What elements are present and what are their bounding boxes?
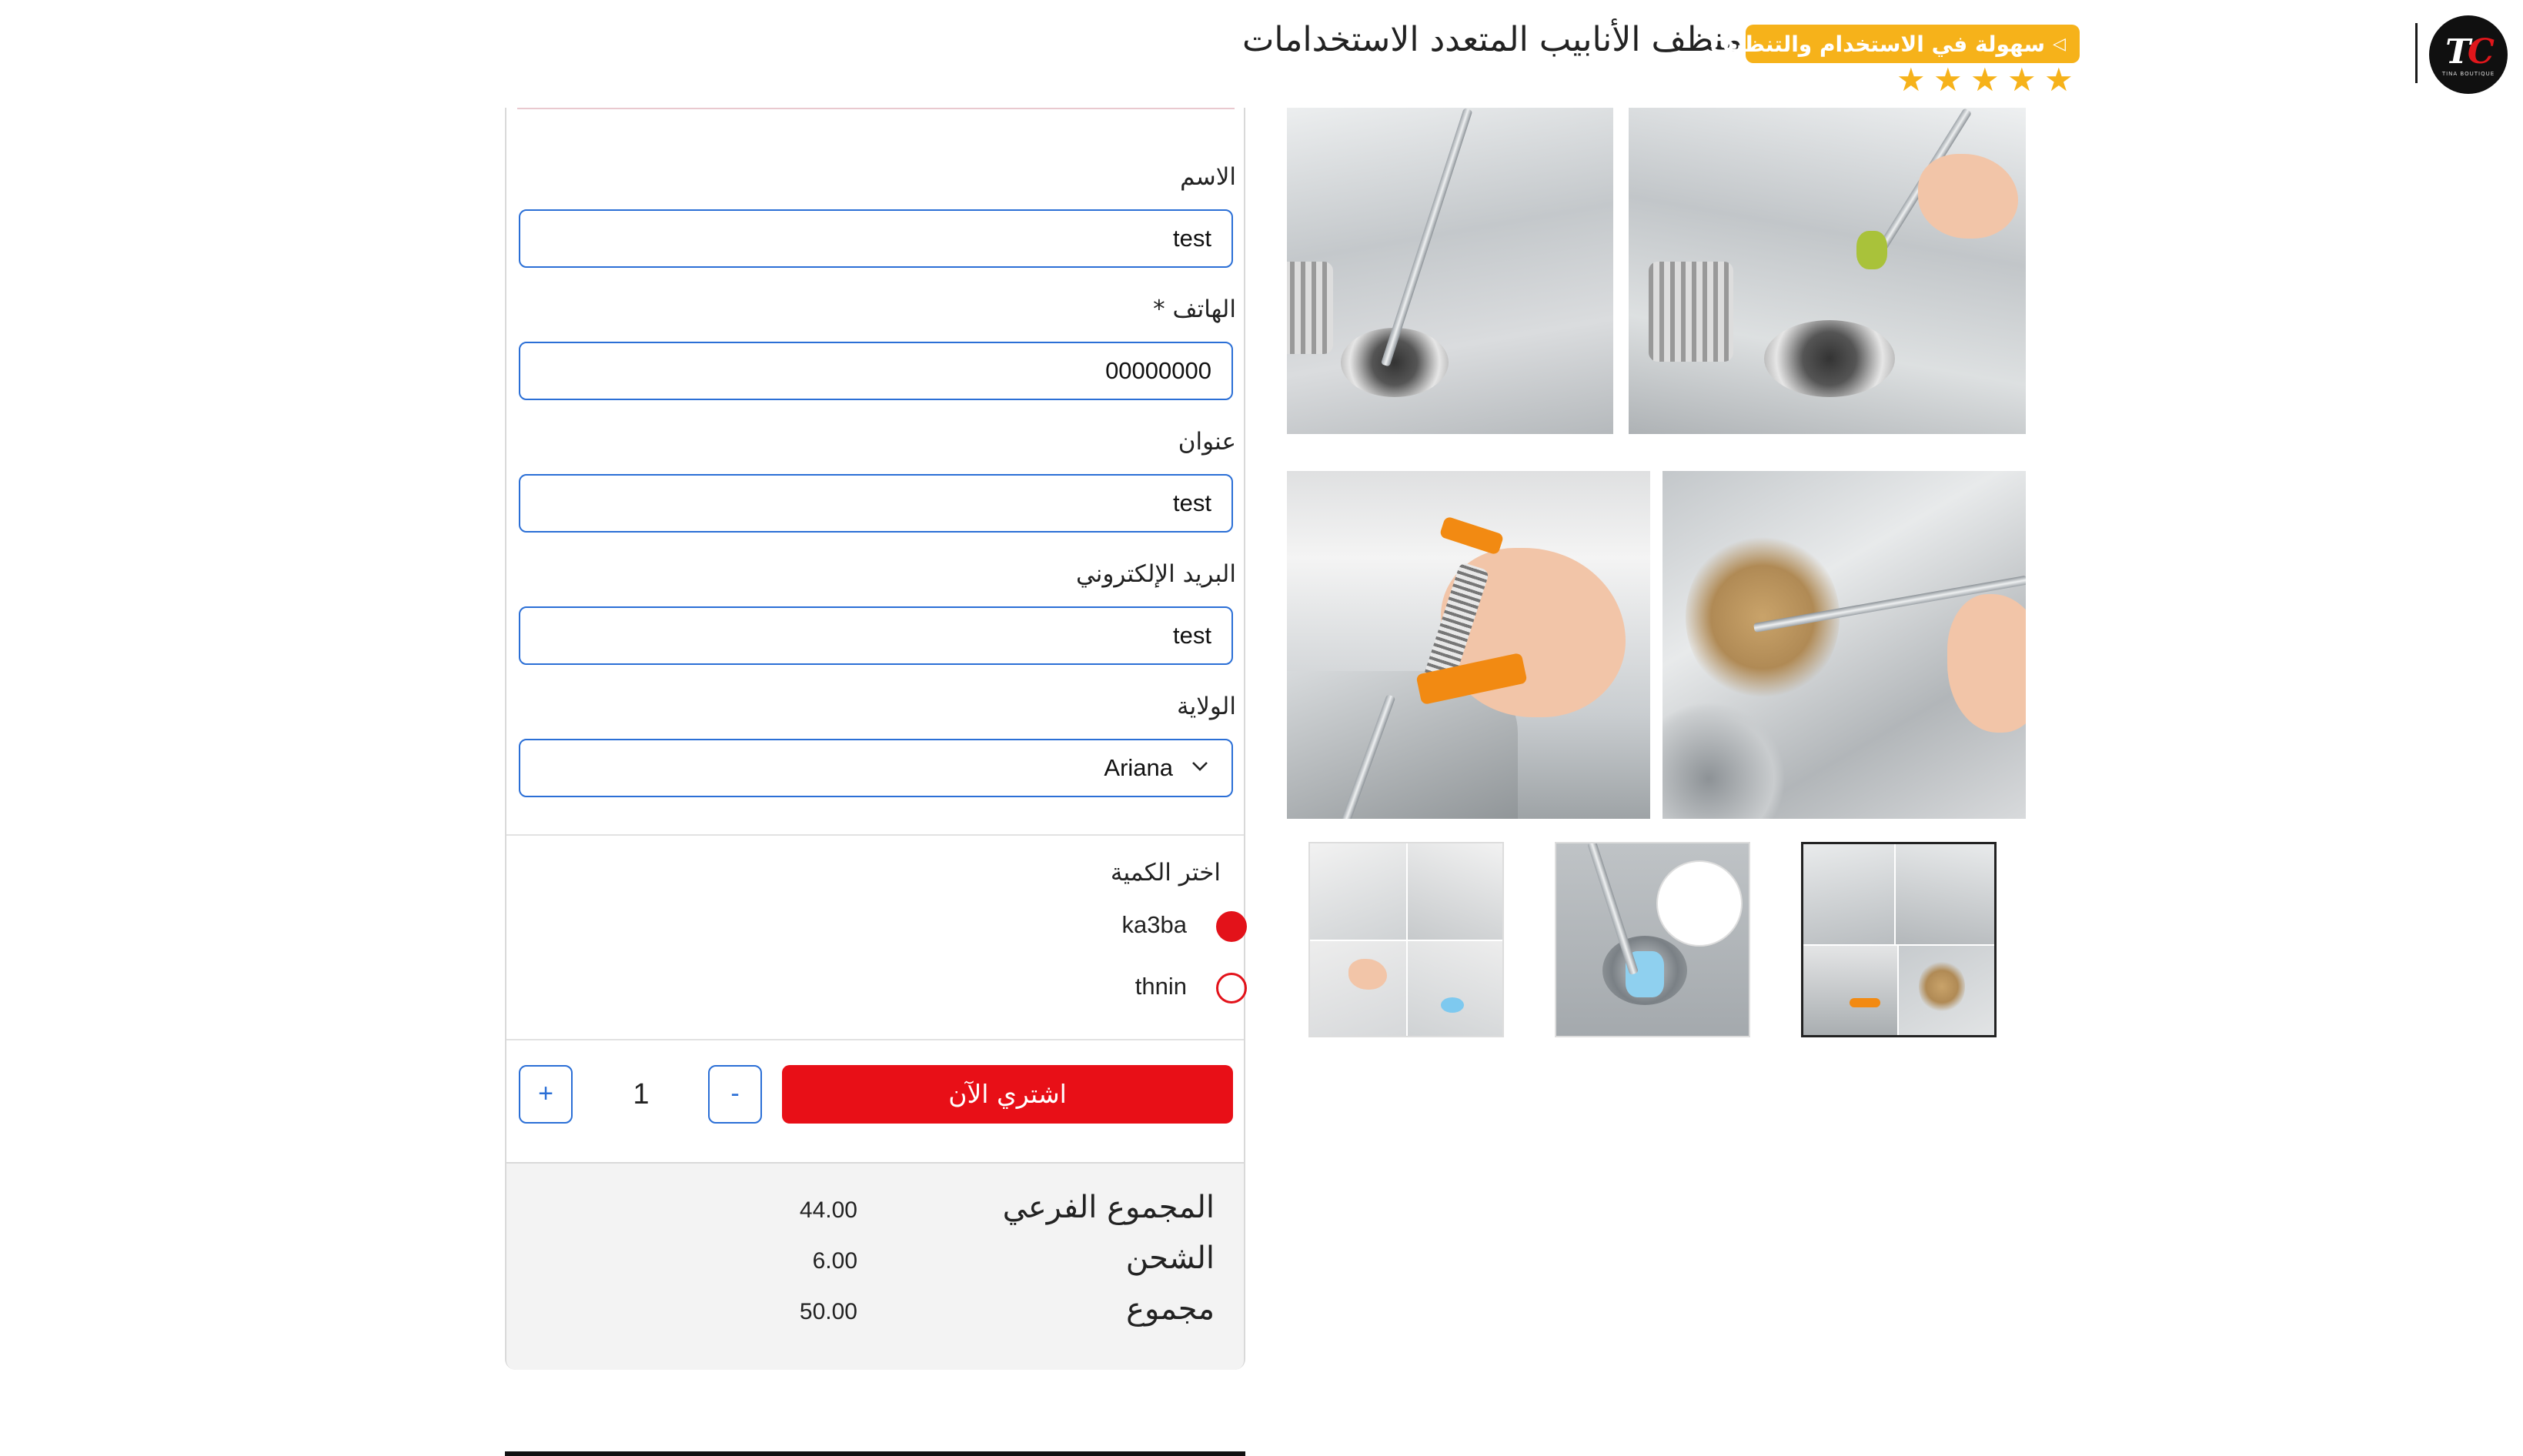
quantity-option-thnin[interactable]: thnin bbox=[1085, 970, 1247, 1008]
product-title: منظف الأنابيب المتعدد الاستخدامات bbox=[1242, 20, 1743, 59]
name-label: الاسم bbox=[1180, 163, 1236, 191]
product-image-hair-removal bbox=[1663, 471, 2026, 819]
bottom-divider bbox=[505, 1451, 1245, 1456]
quantity-option-label: thnin bbox=[1135, 973, 1187, 1000]
total-label: مجموع bbox=[1126, 1291, 1215, 1327]
state-select[interactable]: Ariana bbox=[519, 739, 1233, 797]
star-icon: ★ bbox=[1933, 61, 1963, 99]
store-logo[interactable]: TC TINA BOUTIQUE bbox=[2429, 15, 2508, 94]
gallery-thumbnail-selected[interactable] bbox=[1801, 842, 1997, 1037]
email-label: البريد الإلكتروني bbox=[1075, 560, 1236, 588]
product-image-main bbox=[1287, 108, 2026, 434]
feature-badge: ◁ سهولة في الاستخدام والتنظيف bbox=[1710, 25, 2080, 63]
rating-stars: ★ ★ ★ ★ ★ bbox=[1896, 61, 2074, 99]
name-input[interactable]: test bbox=[519, 209, 1233, 268]
quantity-value: 1 bbox=[633, 1078, 650, 1110]
quantity-decrease-button[interactable]: - bbox=[708, 1065, 762, 1124]
email-input[interactable]: test bbox=[519, 606, 1233, 665]
star-icon: ★ bbox=[1896, 61, 1926, 99]
state-select-value: Ariana bbox=[1104, 754, 1173, 781]
section-divider bbox=[506, 834, 1244, 836]
feature-badge-text: سهولة في الاستخدام والتنظيف bbox=[1709, 31, 2046, 57]
star-icon: ★ bbox=[1970, 61, 2000, 99]
chevron-down-icon bbox=[1192, 762, 1208, 771]
quantity-increase-button[interactable]: + bbox=[519, 1065, 573, 1124]
quantity-option-label: ka3ba bbox=[1121, 911, 1187, 938]
star-icon: ★ bbox=[2007, 61, 2037, 99]
header-divider bbox=[2415, 23, 2418, 83]
phone-input[interactable]: 00000000 bbox=[519, 342, 1233, 400]
buy-now-button[interactable]: اشتري الآن bbox=[782, 1065, 1233, 1124]
gallery-thumbnail[interactable] bbox=[1308, 842, 1504, 1037]
quantity-title: اختر الكمية bbox=[1110, 859, 1221, 887]
quantity-option-ka3ba[interactable]: ka3ba bbox=[1085, 908, 1247, 947]
address-input[interactable]: test bbox=[519, 474, 1233, 533]
logo-small-text: TINA BOUTIQUE bbox=[2441, 71, 2495, 77]
radio-selected[interactable] bbox=[1216, 911, 1247, 942]
total-value: 50.00 bbox=[799, 1299, 857, 1324]
address-label: عنوان bbox=[1178, 428, 1236, 456]
gallery-thumbnail[interactable] bbox=[1555, 842, 1750, 1037]
logo-mark: TC bbox=[2445, 32, 2495, 72]
state-label: الولاية bbox=[1176, 693, 1236, 720]
star-icon: ★ bbox=[2044, 61, 2074, 99]
megaphone-icon: ◁ bbox=[2053, 34, 2066, 54]
shipping-label: الشحن bbox=[1125, 1241, 1215, 1276]
shipping-value: 6.00 bbox=[812, 1248, 857, 1274]
subtotal-label: المجموع الفرعي bbox=[1002, 1190, 1215, 1225]
form-top-divider bbox=[517, 108, 1235, 109]
section-divider bbox=[506, 1039, 1244, 1040]
subtotal-value: 44.00 bbox=[799, 1197, 857, 1223]
radio-unselected[interactable] bbox=[1216, 973, 1247, 1004]
phone-label: الهاتف * bbox=[1153, 296, 1236, 323]
product-image-hand-tool bbox=[1287, 471, 1650, 819]
